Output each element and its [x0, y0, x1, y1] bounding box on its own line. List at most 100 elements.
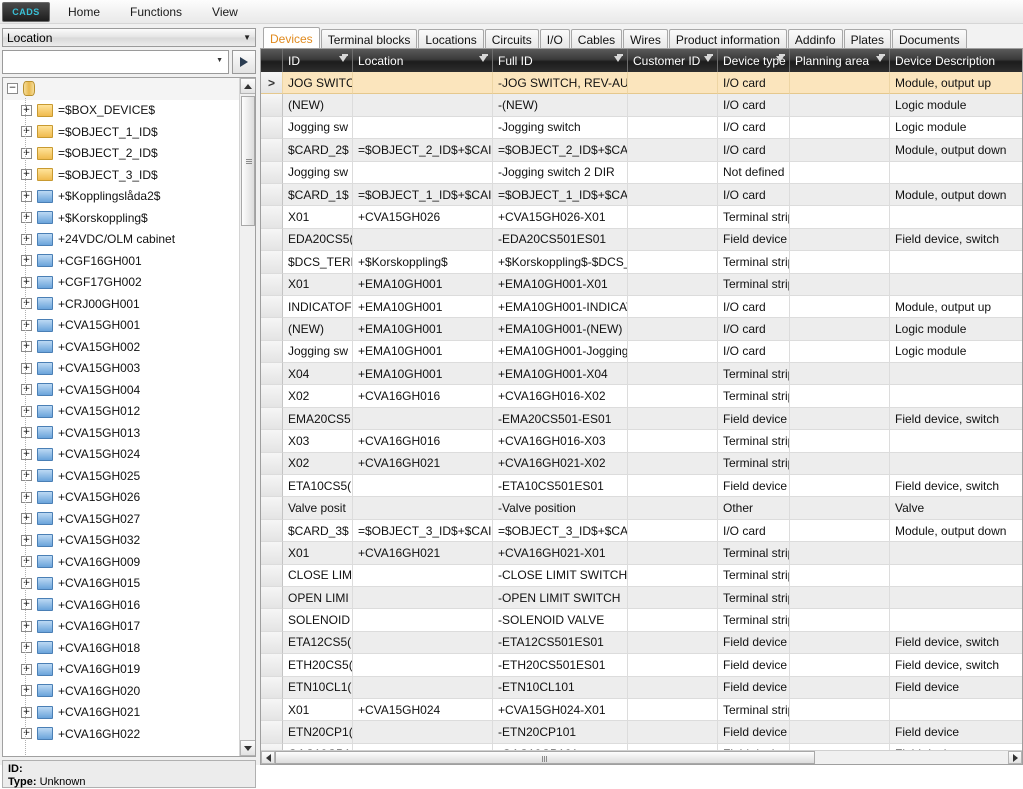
row-selector[interactable]: [261, 94, 283, 117]
cell-id[interactable]: $CARD_2$: [283, 139, 353, 162]
cell-id[interactable]: Jogging sw: [283, 161, 353, 184]
table-row[interactable]: SOLENOID -SOLENOID VALVE Terminal strip: [261, 609, 1022, 632]
cell-planning-area[interactable]: [790, 340, 890, 364]
cell-planning-area[interactable]: [790, 497, 890, 520]
table-row[interactable]: CLOSE LIM -CLOSE LIMIT SWITCH Terminal str…: [261, 564, 1022, 587]
cell-id[interactable]: OPEN LIMI: [283, 586, 353, 610]
cell-planning-area[interactable]: [790, 251, 890, 274]
cell-device-type[interactable]: Field device: [718, 475, 790, 498]
cell-device-type[interactable]: Terminal strip: [718, 452, 790, 476]
cell-full-id[interactable]: -SOLENOID VALVE: [493, 609, 628, 632]
tab-i-o[interactable]: I/O: [539, 29, 570, 49]
cell-customer-id[interactable]: [628, 654, 718, 677]
cell-customer-id[interactable]: [628, 139, 718, 162]
expand-icon[interactable]: +: [21, 556, 32, 568]
cell-device-type[interactable]: Field device: [718, 721, 790, 744]
cell-id[interactable]: ETN20CP1(: [283, 721, 353, 744]
cell-id[interactable]: Jogging sw: [283, 340, 353, 364]
cell-description[interactable]: Module, output down: [890, 139, 1022, 162]
cell-device-type[interactable]: Terminal strip: [718, 363, 790, 386]
cell-location[interactable]: =$OBJECT_1_ID$+$CAI: [353, 183, 493, 207]
cell-id[interactable]: X04: [283, 363, 353, 386]
cell-location[interactable]: [353, 654, 493, 677]
cell-location[interactable]: [353, 586, 493, 610]
cell-description[interactable]: Valve: [890, 497, 1022, 520]
cell-device-type[interactable]: Other: [718, 497, 790, 520]
cell-full-id[interactable]: +EMA10GH001-X04: [493, 363, 628, 386]
row-selector[interactable]: [261, 698, 283, 722]
cell-device-type[interactable]: I/O card: [718, 295, 790, 319]
table-row[interactable]: $CARD_2$ =$OBJECT_2_ID$+$CAI =$OBJECT_2_ID…: [261, 139, 1022, 162]
cell-full-id[interactable]: +CVA15GH024-X01: [493, 698, 628, 722]
cell-device-type[interactable]: Field device: [718, 676, 790, 699]
table-row[interactable]: ETN10CL1(-ETN10CL101 Field device Field de…: [261, 676, 1022, 699]
row-selector[interactable]: [261, 654, 283, 677]
tree-scrollbar-thumb[interactable]: [241, 96, 255, 226]
cell-location[interactable]: [353, 676, 493, 699]
table-row[interactable]: (NEW) -(NEW) I/O card Logic module: [261, 94, 1022, 117]
cell-id[interactable]: EDA20CS5(: [283, 228, 353, 252]
expand-icon[interactable]: +: [21, 255, 32, 267]
tree-item[interactable]: + +CGF16GH001: [3, 250, 239, 272]
app-logo[interactable]: CADS: [2, 1, 50, 22]
cell-customer-id[interactable]: [628, 72, 718, 95]
cell-customer-id[interactable]: [628, 631, 718, 655]
table-row[interactable]: ETA10CS5(-ETA10CS501ES01 Field device Fiel…: [261, 475, 1022, 498]
table-row[interactable]: $CARD_1$ =$OBJECT_1_ID$+$CAI =$OBJECT_1_ID…: [261, 183, 1022, 207]
cell-full-id[interactable]: +CVA15GH026-X01: [493, 206, 628, 229]
cell-description[interactable]: [890, 565, 1022, 587]
tree-item[interactable]: + +CVA15GH001: [3, 315, 239, 337]
cell-id[interactable]: $CARD_3$: [283, 519, 353, 543]
tree-item[interactable]: + +CVA15GH032: [3, 530, 239, 552]
cell-customer-id[interactable]: [628, 721, 718, 744]
cell-device-type[interactable]: Field device: [718, 228, 790, 252]
cell-id[interactable]: X01: [283, 698, 353, 722]
expand-icon[interactable]: +: [21, 620, 32, 632]
cell-full-id[interactable]: =$OBJECT_2_ID$+$CARD_: [493, 139, 628, 162]
cell-full-id[interactable]: -ETN20CP101: [493, 721, 628, 744]
filter-icon[interactable]: [614, 54, 623, 62]
tree-item[interactable]: + +CVA15GH024: [3, 444, 239, 466]
cell-id[interactable]: CLOSE LIM: [283, 564, 353, 587]
cell-planning-area[interactable]: [790, 385, 890, 408]
table-row[interactable]: Jogging sw -Jogging switch 2 DIR Not defin…: [261, 161, 1022, 184]
expand-icon[interactable]: +: [21, 147, 32, 159]
cell-location[interactable]: [353, 116, 493, 140]
cell-description[interactable]: Field device, switch: [890, 408, 1022, 431]
cell-planning-area[interactable]: [790, 698, 890, 722]
cell-planning-area[interactable]: [790, 206, 890, 229]
cell-customer-id[interactable]: [628, 183, 718, 207]
cell-location[interactable]: +EMA10GH001: [353, 318, 493, 341]
table-row[interactable]: $CARD_3$ =$OBJECT_3_ID$+$CAI =$OBJECT_3_ID…: [261, 519, 1022, 543]
cell-full-id[interactable]: -CLOSE LIMIT SWITCH: [493, 564, 628, 587]
table-row[interactable]: OPEN LIMI -OPEN LIMIT SWITCH Terminal stri…: [261, 586, 1022, 610]
cell-description[interactable]: Module, output down: [890, 184, 1022, 207]
cell-full-id[interactable]: -EMA20CS501-ES01: [493, 407, 628, 431]
cell-device-type[interactable]: Terminal strip: [718, 385, 790, 408]
expand-icon[interactable]: +: [21, 298, 32, 310]
expand-icon[interactable]: +: [21, 405, 32, 417]
location-tree[interactable]: − + =$BOX_DEVICE$ + =$OBJECT_1_ID$ + =$OBJECT…: [2, 77, 256, 757]
tree-item[interactable]: + =$OBJECT_2_ID$: [3, 143, 239, 165]
cell-id[interactable]: SOLENOID: [283, 609, 353, 632]
cell-description[interactable]: [890, 430, 1022, 453]
table-row[interactable]: INDICATOF +EMA10GH001 +EMA10GH001-INDICATC…: [261, 295, 1022, 319]
scroll-up-button[interactable]: [240, 78, 255, 94]
row-selector[interactable]: [261, 676, 283, 699]
filter-icon[interactable]: [876, 54, 885, 62]
expand-icon[interactable]: +: [21, 491, 32, 503]
cell-customer-id[interactable]: [628, 94, 718, 117]
cell-location[interactable]: +EMA10GH001: [353, 273, 493, 296]
row-selector[interactable]: [261, 564, 283, 587]
cell-id[interactable]: $DCS_TERN: [283, 251, 353, 274]
cell-full-id[interactable]: -OPEN LIMIT SWITCH: [493, 586, 628, 610]
tab-product-information[interactable]: Product information: [668, 29, 787, 49]
row-selector[interactable]: [261, 340, 283, 364]
cell-id[interactable]: X01: [283, 273, 353, 296]
row-selector[interactable]: [261, 430, 283, 453]
tree-item[interactable]: + +24VDC/OLM cabinet: [3, 229, 239, 251]
row-selector[interactable]: [261, 497, 283, 520]
cell-full-id[interactable]: -JOG SWITCH, REV-AUTO-: [493, 72, 628, 95]
tree-item[interactable]: + +CVA16GH015: [3, 573, 239, 595]
cell-id[interactable]: ETA10CS5(: [283, 475, 353, 498]
